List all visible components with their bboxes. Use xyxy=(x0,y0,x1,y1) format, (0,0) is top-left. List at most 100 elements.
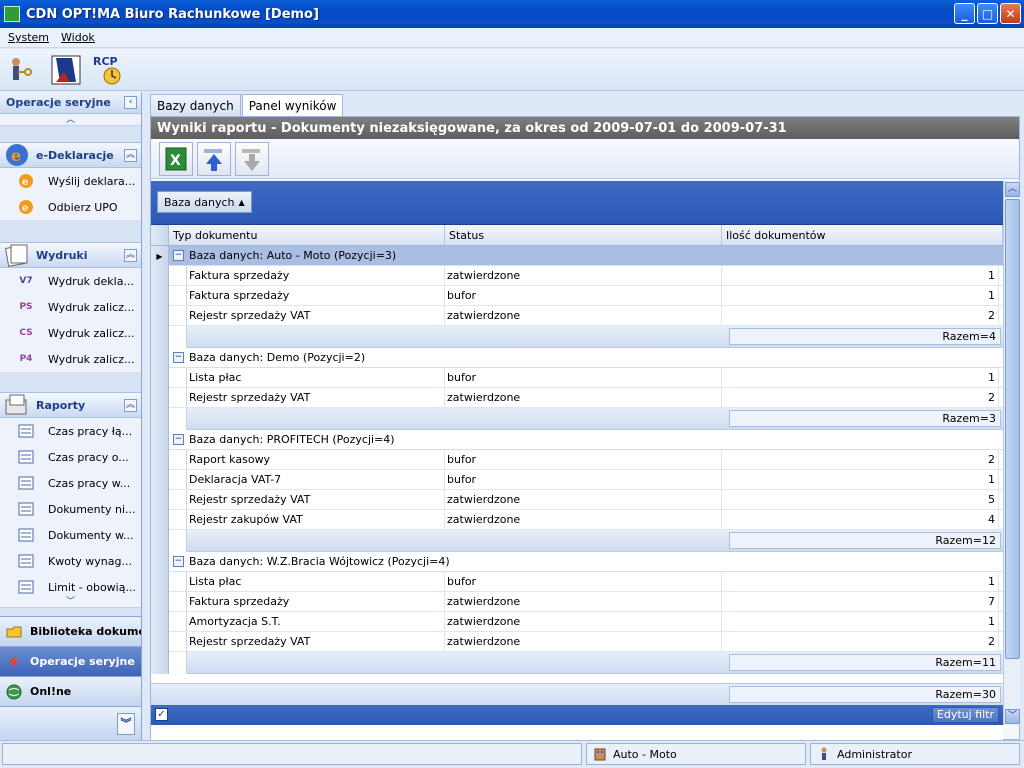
tab-bazy-danych[interactable]: Bazy danych xyxy=(150,94,241,116)
left-navigation-panel: Operacje seryjne ‹ ︿ e e-Deklaracje ︽ e … xyxy=(0,92,142,740)
sidebar-item-wydruk[interactable]: P4 Wydruk zalicz... xyxy=(0,346,141,372)
section-header-wydruki[interactable]: Wydruki ︽ xyxy=(0,242,141,268)
scroll-up-arrow-icon[interactable]: ︿ xyxy=(1005,182,1020,197)
section-wydruki: Wydruki ︽ V7 Wydruk dekla... PS Wydruk zal… xyxy=(0,242,141,372)
group-row[interactable]: − Baza danych: Demo (Pozycji=2) xyxy=(151,348,1003,368)
col-ilosc-dokumentow[interactable]: Ilość dokumentów xyxy=(722,225,1003,245)
group-row[interactable]: − Baza danych: PROFITECH (Pozycji=4) xyxy=(151,430,1003,450)
vertical-scrollbar[interactable]: ︿ ﹀ xyxy=(1003,181,1020,725)
sidebar-item-odbierz-upo[interactable]: e Odbierz UPO xyxy=(0,194,141,220)
sidebar-item-label: Wydruk zalicz... xyxy=(48,300,135,314)
collapse-group-icon[interactable]: − xyxy=(173,556,184,567)
sidebar-item-raport[interactable]: Dokumenty ni... xyxy=(0,496,141,522)
cell-typ: Faktura sprzedaży xyxy=(187,592,445,611)
globe-icon xyxy=(6,684,22,699)
group-by-field[interactable]: Baza danych ▲ xyxy=(157,191,252,213)
collapse-group-icon[interactable]: − xyxy=(173,352,184,363)
results-grid: Baza danych ▲ Typ dokumentu Status Ilość… xyxy=(151,181,1003,741)
sidebar-item-raport[interactable]: Czas pracy łą... xyxy=(0,418,141,444)
table-row[interactable]: Faktura sprzedaży bufor 1 xyxy=(151,286,1003,306)
scroll-up-icon[interactable]: ︿ xyxy=(0,114,141,126)
scroll-down-icon[interactable]: ﹀ xyxy=(0,596,141,608)
group-row[interactable]: − Baza danych: W.Z.Bracia Wójtowicz (Pozy… xyxy=(151,552,1003,572)
table-row[interactable]: Faktura sprzedaży zatwierdzone 7 xyxy=(151,592,1003,612)
table-row[interactable]: Lista płac bufor 1 xyxy=(151,572,1003,592)
move-down-button[interactable] xyxy=(235,141,269,176)
sidebar-item-raport[interactable]: Czas pracy o... xyxy=(0,444,141,470)
section-header-edeklaracje[interactable]: e e-Deklaracje ︽ xyxy=(0,142,141,168)
table-row[interactable]: Rejestr sprzedaży VAT zatwierdzone 2 xyxy=(151,388,1003,408)
scroll-thumb[interactable] xyxy=(1005,199,1020,659)
table-row[interactable]: Rejestr zakupów VAT zatwierdzone 4 xyxy=(151,510,1003,530)
nav-online[interactable]: Onl!ne xyxy=(0,676,141,706)
scroll-down-arrow-icon[interactable]: ﹀ xyxy=(1005,709,1020,724)
group-header: Baza danych: W.Z.Bracia Wójtowicz (Pozyc… xyxy=(189,555,450,568)
row-indicator xyxy=(151,348,169,368)
move-up-button[interactable] xyxy=(197,141,231,176)
table-row[interactable]: Raport kasowy bufor 2 xyxy=(151,450,1003,470)
sidebar-item-raport[interactable]: Dokumenty w... xyxy=(0,522,141,548)
cell-typ: Deklaracja VAT-7 xyxy=(187,470,445,489)
row-indicator xyxy=(151,612,169,632)
group-total: Razem=3 xyxy=(729,410,1001,427)
table-row[interactable]: Rejestr sprzedaży VAT zatwierdzone 2 xyxy=(151,306,1003,326)
filter-checkbox[interactable]: ✓ xyxy=(155,708,168,721)
sidebar-item-raport[interactable]: Czas pracy w... xyxy=(0,470,141,496)
group-header: Baza danych: PROFITECH (Pozycji=4) xyxy=(189,433,395,446)
status-company[interactable]: Auto - Moto xyxy=(586,743,806,765)
left-panel-title: Operacje seryjne xyxy=(6,96,111,109)
group-by-label: Baza danych xyxy=(164,195,235,209)
row-indicator xyxy=(151,408,169,430)
window-title: CDN OPT!MA Biuro Rachunkowe [Demo] xyxy=(26,6,319,22)
menu-widok[interactable]: Widok xyxy=(61,31,95,44)
collapse-section-icon[interactable]: ︽ xyxy=(124,398,137,412)
maximize-button[interactable]: □ xyxy=(977,3,998,24)
sidebar-item-wyslij-deklaracje[interactable]: e Wyślij deklara... xyxy=(0,168,141,194)
rcp-clock-icon[interactable]: RCP xyxy=(92,54,124,86)
book-icon[interactable] xyxy=(50,54,82,86)
cell-ilosc: 1 xyxy=(722,286,999,305)
nav-operacje-seryjne[interactable]: Operacje seryjne xyxy=(0,646,141,676)
sidebar-item-wydruk[interactable]: PS Wydruk zalicz... xyxy=(0,294,141,320)
group-row[interactable]: ▶ − Baza danych: Auto - Moto (Pozycji=3) xyxy=(151,246,1003,266)
sidebar-item-wydruk[interactable]: CS Wydruk zalicz... xyxy=(0,320,141,346)
user-name: Administrator xyxy=(837,747,912,761)
group-header: Baza danych: Demo (Pozycji=2) xyxy=(189,351,366,364)
table-row[interactable]: Faktura sprzedaży zatwierdzone 1 xyxy=(151,266,1003,286)
col-status[interactable]: Status xyxy=(445,225,722,245)
nav-label: Biblioteka dokumentów xyxy=(30,625,141,638)
section-header-raporty[interactable]: Raporty ︽ xyxy=(0,392,141,418)
cell-typ: Raport kasowy xyxy=(187,450,445,469)
table-row[interactable]: Deklaracja VAT-7 bufor 1 xyxy=(151,470,1003,490)
menu-system[interactable]: System xyxy=(8,31,49,44)
report-actions: X xyxy=(151,139,1019,179)
export-excel-button[interactable]: X xyxy=(159,141,193,176)
tab-panel-wynikow[interactable]: Panel wyników xyxy=(241,94,344,117)
nav-biblioteka-dokumentow[interactable]: Biblioteka dokumentów xyxy=(0,616,141,646)
sidebar-item-label: Wydruk zalicz... xyxy=(48,326,135,340)
sidebar-item-wydruk[interactable]: V7 Wydruk dekla... xyxy=(0,268,141,294)
arrow-up-icon xyxy=(204,148,222,171)
e-deklaracje-icon: e xyxy=(4,142,30,168)
collapse-section-icon[interactable]: ︽ xyxy=(124,148,137,162)
table-row[interactable]: Rejestr sprzedaży VAT zatwierdzone 2 xyxy=(151,632,1003,652)
minimize-button[interactable]: _ xyxy=(954,3,975,24)
collapse-group-icon[interactable]: − xyxy=(173,250,184,261)
edit-filter-button[interactable]: Edytuj filtr xyxy=(931,707,999,723)
collapse-left-icon[interactable]: ‹ xyxy=(124,96,137,109)
close-button[interactable]: ✕ xyxy=(1000,3,1021,24)
user-key-icon[interactable] xyxy=(6,54,38,86)
table-row[interactable]: Rejestr sprzedaży VAT zatwierdzone 5 xyxy=(151,490,1003,510)
cell-ilosc: 5 xyxy=(722,490,999,509)
status-user[interactable]: Administrator xyxy=(810,743,1020,765)
report-icon xyxy=(18,475,34,491)
collapse-section-icon[interactable]: ︽ xyxy=(124,248,137,262)
collapse-group-icon[interactable]: − xyxy=(173,434,184,445)
table-row[interactable]: Amortyzacja S.T. zatwierdzone 1 xyxy=(151,612,1003,632)
sidebar-item-raport[interactable]: Kwoty wynag... xyxy=(0,548,141,574)
row-indicator xyxy=(151,490,169,510)
col-typ-dokumentu[interactable]: Typ dokumentu xyxy=(169,225,445,245)
expand-more-icon[interactable]: ︾ xyxy=(117,712,135,735)
table-row[interactable]: Lista płac bufor 1 xyxy=(151,368,1003,388)
cell-ilosc: 2 xyxy=(722,632,999,651)
